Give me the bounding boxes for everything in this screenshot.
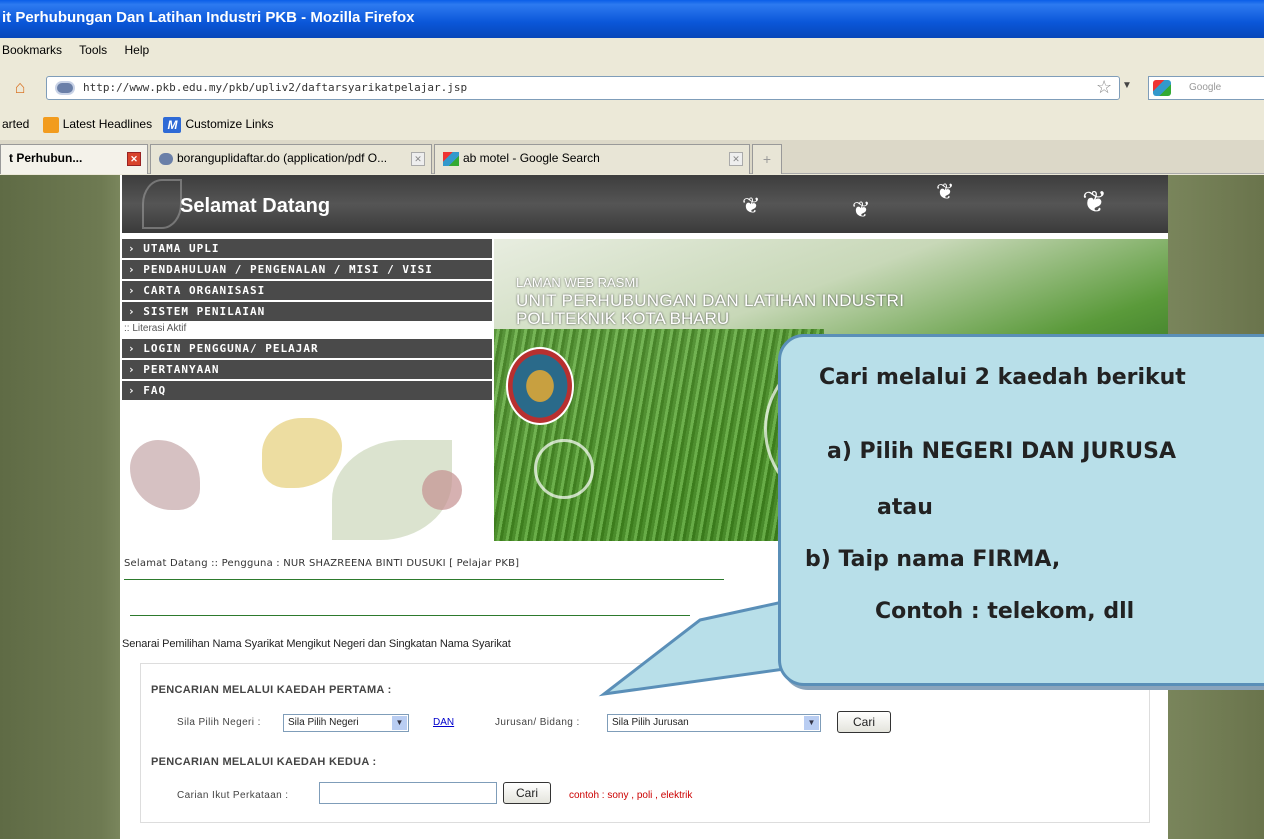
rss-icon — [42, 117, 59, 133]
banner-line-1: LAMAN WEB RASMI — [516, 275, 639, 290]
new-tab-button[interactable]: + — [752, 144, 782, 174]
butterfly-icon: ❦ — [1082, 186, 1108, 219]
bookmark-latest-headlines[interactable]: Latest Headlines — [63, 117, 152, 131]
butterfly-icon: ❦ — [936, 179, 955, 204]
welcome-user-text: Selamat Datang :: Pengguna : NUR SHAZREE… — [124, 558, 520, 569]
bookmarks-toolbar: arted Latest Headlines M Customize Links — [0, 110, 1264, 140]
close-tab-icon[interactable]: ✕ — [729, 152, 743, 166]
callout-line-3: atau — [877, 495, 933, 520]
bookmark-getting-started[interactable]: arted — [2, 117, 29, 131]
url-text: http://www.pkb.edu.my/pkb/upliv2/daftars… — [83, 81, 468, 94]
chevron-down-icon[interactable]: ▼ — [392, 716, 407, 730]
menu-item-pertanyaan[interactable]: › PERTANYAAN — [122, 360, 492, 379]
navigation-toolbar: ⌂ http://www.pkb.edu.my/pkb/upliv2/dafta… — [0, 64, 1264, 110]
bookmark-customize-links[interactable]: Customize Links — [185, 117, 273, 131]
menu-item-carta-organisasi[interactable]: › CARTA ORGANISASI — [122, 281, 492, 300]
banner-line-2: UNIT PERHUBUNGAN DAN LATIHAN INDUSTRI — [516, 291, 905, 310]
cari-button-method-1[interactable]: Cari — [837, 711, 891, 733]
butterfly-icon — [262, 418, 342, 488]
close-tab-icon[interactable]: ✕ — [411, 152, 425, 166]
menu-item-login[interactable]: › LOGIN PENGGUNA/ PELAJAR — [122, 339, 492, 358]
jurusan-label: Jurusan/ Bidang : — [495, 717, 580, 728]
url-history-dropdown-icon[interactable]: ▼ — [1122, 80, 1132, 91]
cari-button-method-2[interactable]: Cari — [503, 782, 551, 804]
banner-line-3: POLITEKNIK KOTA BHARU — [516, 309, 730, 328]
tab-google-search[interactable]: ab motel - Google Search ✕ — [434, 144, 750, 174]
dan-link[interactable]: DAN — [433, 717, 454, 728]
jurusan-select[interactable]: Sila Pilih Jurusan ▼ — [607, 714, 821, 732]
callout-line-4: b) Taip nama FIRMA, — [805, 547, 1061, 572]
menu-item-utama-upli[interactable]: › UTAMA UPLI — [122, 239, 492, 258]
negeri-select-value: Sila Pilih Negeri — [288, 717, 359, 728]
butterfly-icon — [422, 470, 462, 510]
site-favicon-icon — [159, 152, 173, 165]
list-title: Senarai Pemilihan Nama Syarikat Mengikut… — [122, 638, 511, 650]
search-method-1-heading: PENCARIAN MELALUI KAEDAH PERTAMA : — [151, 684, 392, 696]
site-nav-menu: › UTAMA UPLI › PENDAHULUAN / PENGENALAN … — [122, 239, 492, 402]
tab-borang-pdf[interactable]: boranguplidaftar.do (application/pdf O..… — [150, 144, 432, 174]
menu-item-faq[interactable]: › FAQ — [122, 381, 492, 400]
site-identity-icon[interactable] — [55, 81, 75, 95]
window-title-bar: it Perhubungan Dan Latihan Industri PKB … — [0, 0, 1264, 38]
menu-help[interactable]: Help — [125, 43, 150, 57]
negeri-select[interactable]: Sila Pilih Negeri ▼ — [283, 714, 409, 732]
search-method-2-heading: PENCARIAN MELALUI KAEDAH KEDUA : — [151, 756, 377, 768]
chevron-down-icon[interactable]: ▼ — [804, 716, 819, 730]
url-bar[interactable]: http://www.pkb.edu.my/pkb/upliv2/daftars… — [46, 76, 1120, 100]
search-panel: PENCARIAN MELALUI KAEDAH PERTAMA : Sila … — [140, 663, 1150, 823]
divider — [130, 615, 690, 616]
site-header: Selamat Datang ❦ ❦ ❦ ❦ — [122, 175, 1168, 233]
bookmark-star-icon[interactable]: ☆ — [1096, 77, 1112, 98]
tab-bar: t Perhubun... ✕ boranguplidaftar.do (app… — [0, 140, 1264, 174]
swirl-decoration — [142, 179, 182, 229]
carian-hint: contoh : sony , poli , elektrik — [569, 790, 693, 801]
tab-label: ab motel - Google Search — [463, 151, 600, 165]
polytechnic-seal-logo — [506, 347, 574, 425]
callout-line-2: a) Pilih NEGERI DAN JURUSA — [827, 439, 1177, 464]
tab-perhubungan[interactable]: t Perhubun... ✕ — [0, 144, 148, 174]
home-icon[interactable]: ⌂ — [6, 76, 34, 98]
google-icon[interactable] — [1153, 80, 1171, 96]
butterfly-icon: ❦ — [742, 193, 761, 218]
menu-subitem-literasi-aktif[interactable]: :: Literasi Aktif — [122, 323, 492, 337]
ring-decoration — [534, 439, 594, 499]
tab-label: boranguplidaftar.do (application/pdf O..… — [177, 151, 388, 165]
header-title: Selamat Datang — [180, 195, 331, 217]
menu-tools[interactable]: Tools — [79, 43, 107, 57]
menu-item-sistem-penilaian[interactable]: › SISTEM PENILAIAN — [122, 302, 492, 321]
callout-line-1: Cari melalui 2 kaedah berikut — [819, 365, 1186, 390]
butterfly-illustration — [122, 410, 492, 540]
jurusan-select-value: Sila Pilih Jurusan — [612, 717, 689, 728]
close-tab-icon[interactable]: ✕ — [127, 152, 141, 166]
customize-links-icon: M — [163, 117, 182, 133]
butterfly-icon — [130, 440, 200, 510]
menu-bar: Bookmarks Tools Help — [0, 38, 1264, 64]
menu-item-pendahuluan[interactable]: › PENDAHULUAN / PENGENALAN / MISI / VISI — [122, 260, 492, 279]
divider — [124, 579, 724, 580]
callout-line-5: Contoh : telekom, dll — [875, 599, 1135, 624]
search-box[interactable]: Google — [1148, 76, 1264, 100]
menu-bookmarks[interactable]: Bookmarks — [2, 43, 62, 57]
butterfly-icon: ❦ — [852, 197, 871, 222]
negeri-label: Sila Pilih Negeri : — [177, 717, 261, 728]
google-favicon-icon — [443, 151, 459, 166]
instruction-callout: Cari melalui 2 kaedah berikut a) Pilih N… — [778, 334, 1264, 686]
tab-label: t Perhubun... — [9, 151, 83, 165]
search-placeholder: Google — [1189, 82, 1222, 93]
carian-input[interactable] — [319, 782, 497, 804]
window-title: it Perhubungan Dan Latihan Industri PKB … — [2, 9, 415, 26]
carian-label: Carian Ikut Perkataan : — [177, 790, 289, 801]
